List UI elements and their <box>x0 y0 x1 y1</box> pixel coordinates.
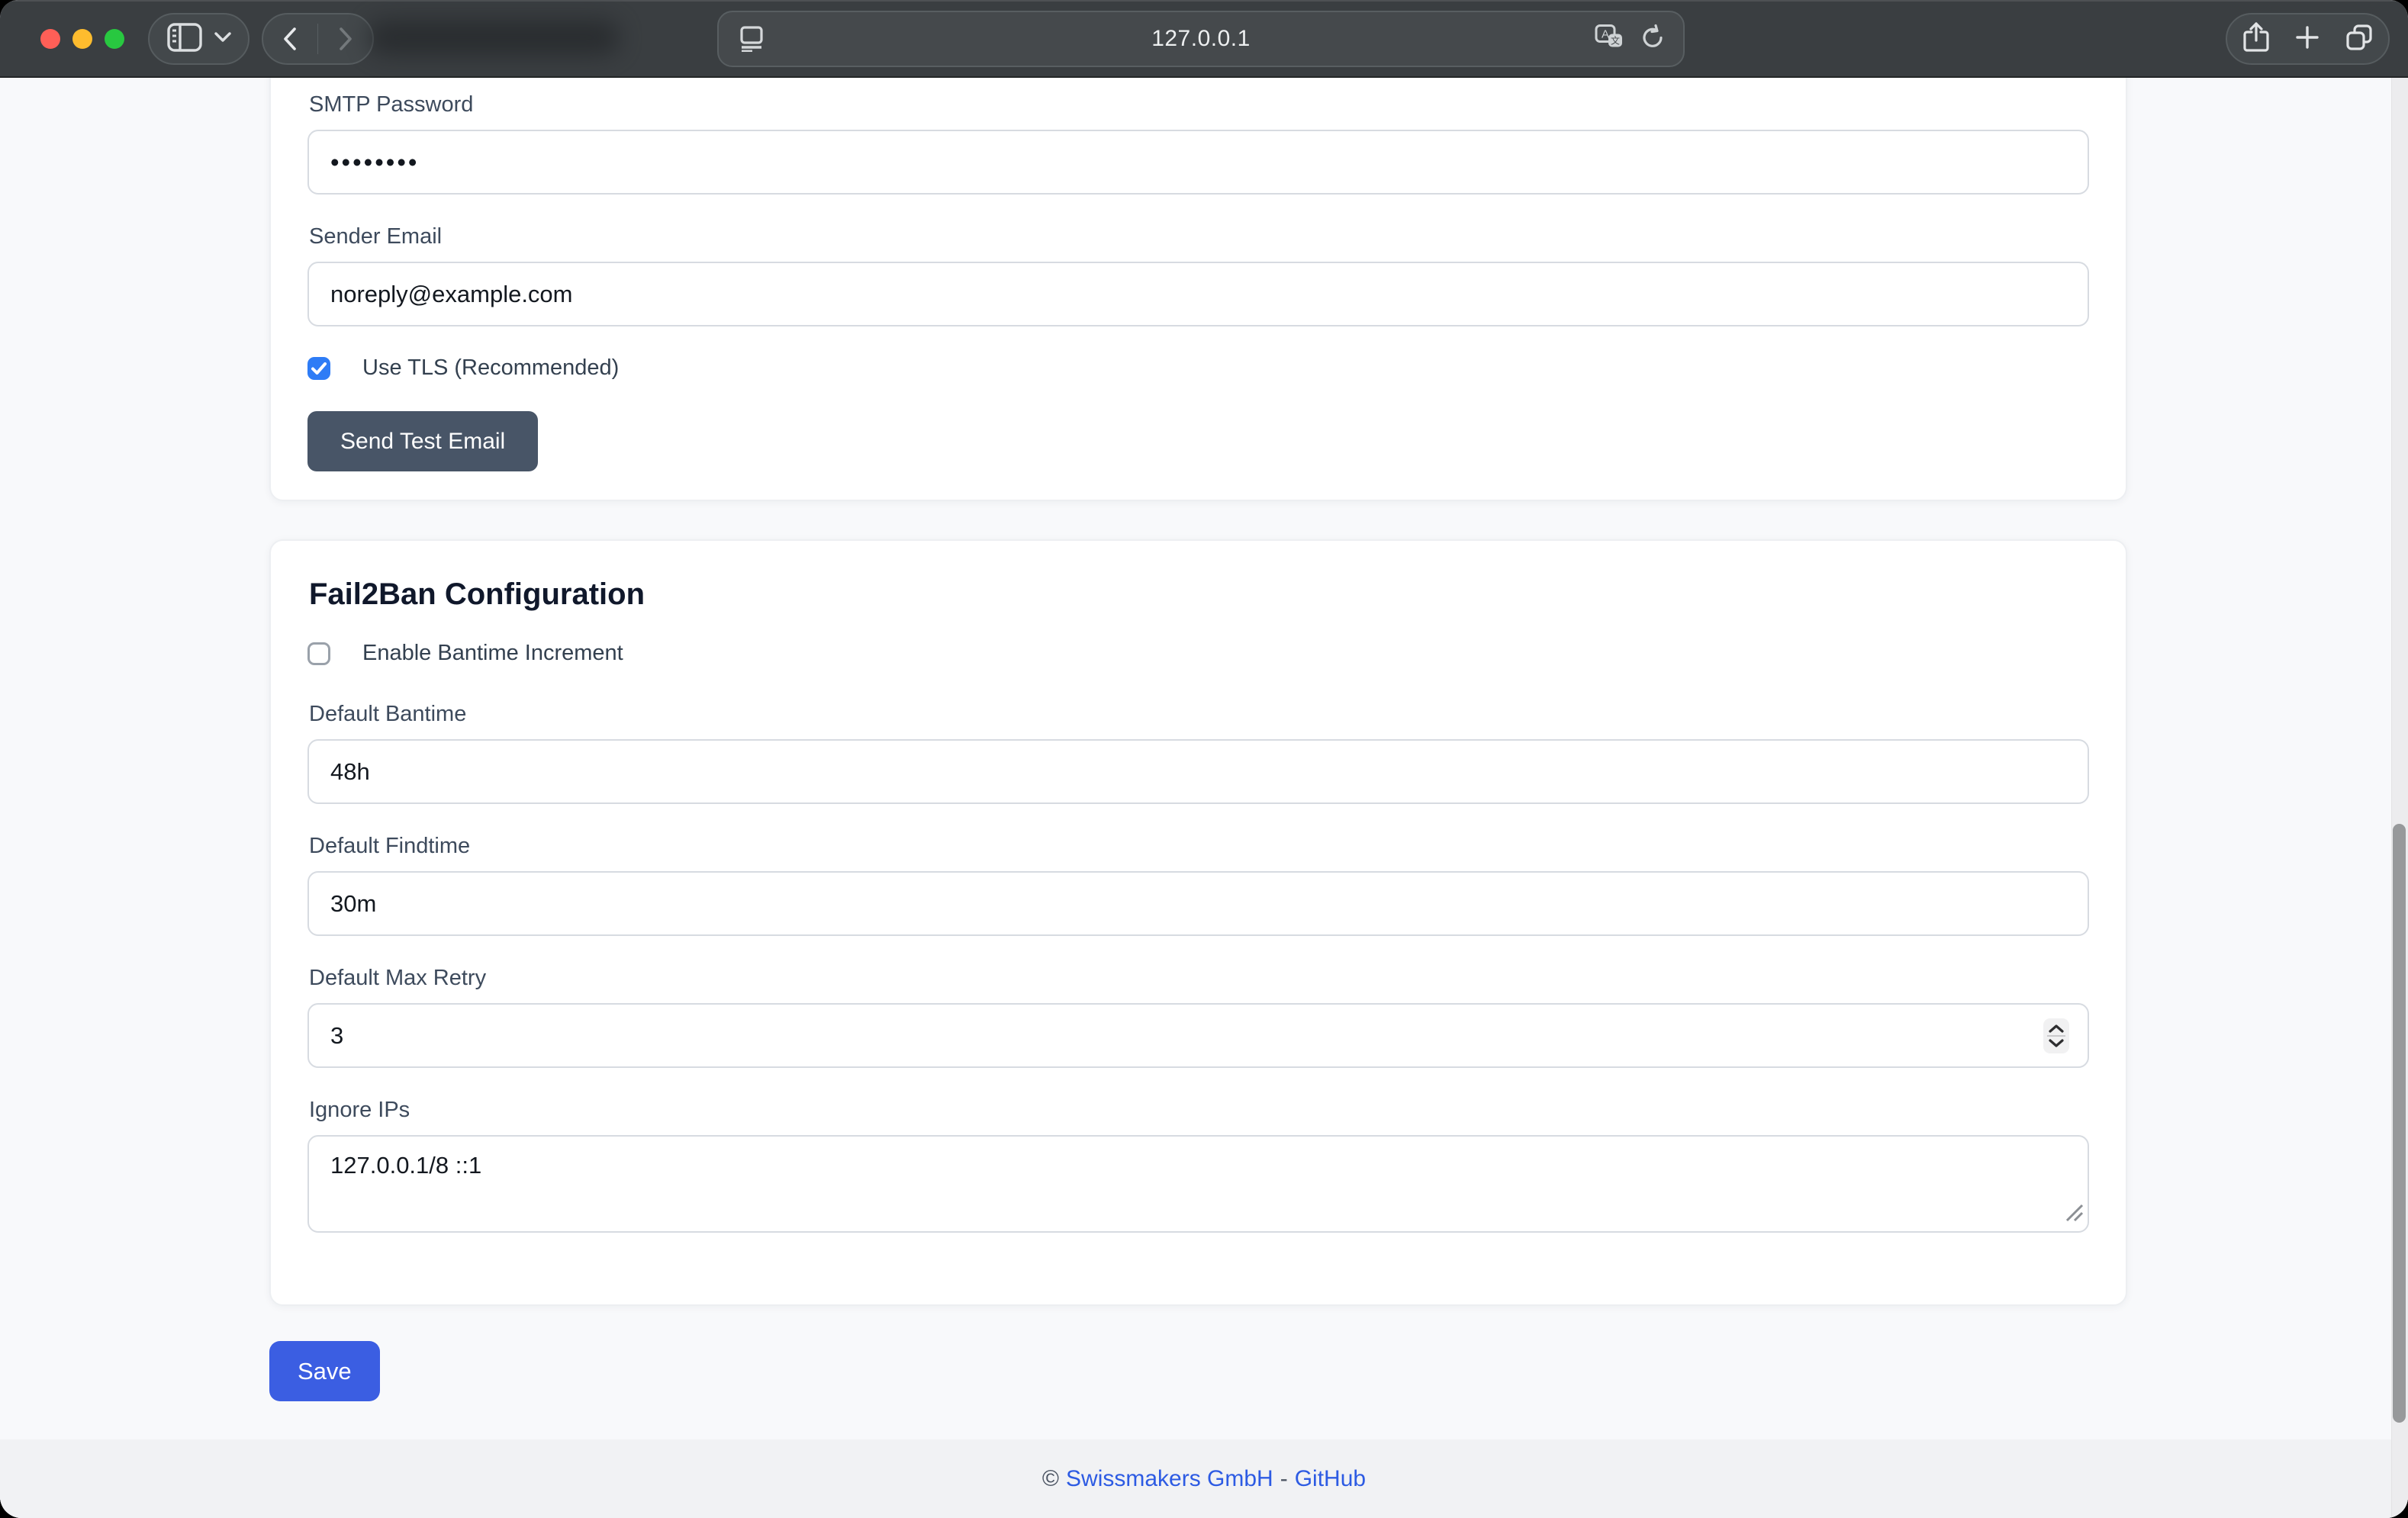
close-button[interactable] <box>40 29 60 49</box>
nav-buttons <box>262 13 374 65</box>
browser-window: 127.0.0.1 A文 <box>0 0 2408 1518</box>
plus-icon <box>2295 25 2319 50</box>
url-text[interactable]: 127.0.0.1 <box>719 12 1683 66</box>
minimize-button[interactable] <box>72 29 92 49</box>
back-button[interactable] <box>263 14 317 63</box>
toolbar-right-buttons <box>2226 13 2390 65</box>
reload-icon <box>1640 24 1665 50</box>
chevron-down-icon <box>214 32 231 47</box>
traffic-lights <box>40 29 124 49</box>
url-bar[interactable]: 127.0.0.1 A文 <box>717 11 1685 67</box>
smtp-password-label: SMTP Password <box>309 92 2089 117</box>
copyright-symbol: © <box>1042 1466 1059 1492</box>
enable-bantime-increment-label: Enable Bantime Increment <box>362 641 623 666</box>
ignore-ips-textarea[interactable]: 127.0.0.1/8 ::1 <box>307 1135 2089 1233</box>
sender-email-label: Sender Email <box>309 224 2089 249</box>
fail2ban-card: Fail2Ban Configuration Enable Bantime In… <box>269 539 2127 1306</box>
share-icon <box>2243 22 2269 53</box>
tab-overview-button[interactable] <box>2345 24 2373 55</box>
stepper-down-icon <box>2048 1038 2065 1048</box>
stepper-up-icon <box>2048 1024 2065 1034</box>
forward-button[interactable] <box>318 14 372 63</box>
company-link[interactable]: Swissmakers GmbH <box>1066 1466 1273 1492</box>
page-content: SMTP Password Sender Email Use TLS (Reco… <box>0 78 2408 1518</box>
default-bantime-label: Default Bantime <box>309 701 2089 727</box>
page-footer: © Swissmakers GmbH - GitHub <box>0 1439 2408 1518</box>
save-button[interactable]: Save <box>269 1341 380 1401</box>
redacted-title-blur <box>368 20 620 55</box>
translate-icon[interactable]: A文 <box>1595 24 1625 54</box>
ignore-ips-label: Ignore IPs <box>309 1097 2089 1123</box>
smtp-password-input[interactable] <box>307 130 2089 195</box>
sender-email-input[interactable] <box>307 262 2089 326</box>
browser-toolbar: 127.0.0.1 A文 <box>0 0 2408 78</box>
tabs-icon <box>2345 24 2373 51</box>
scrollbar-track <box>2391 78 2408 1518</box>
forward-icon <box>339 27 353 50</box>
number-stepper[interactable] <box>2043 1018 2069 1053</box>
footer-separator: - <box>1280 1466 1288 1492</box>
default-max-retry-input[interactable] <box>307 1003 2089 1068</box>
github-link[interactable]: GitHub <box>1295 1466 1366 1492</box>
sidebar-icon <box>167 23 202 56</box>
resize-handle-icon[interactable] <box>2064 1202 2084 1226</box>
smtp-card: SMTP Password Sender Email Use TLS (Reco… <box>269 78 2127 501</box>
default-max-retry-label: Default Max Retry <box>309 965 2089 991</box>
back-icon <box>283 27 297 50</box>
fullscreen-button[interactable] <box>105 29 124 49</box>
enable-bantime-increment-checkbox[interactable] <box>307 642 330 665</box>
checkmark-icon <box>307 357 330 380</box>
default-findtime-input[interactable] <box>307 871 2089 936</box>
svg-text:A: A <box>1602 28 1609 41</box>
sidebar-toggle-button[interactable] <box>148 13 249 65</box>
fail2ban-title: Fail2Ban Configuration <box>309 577 2089 612</box>
new-tab-button[interactable] <box>2295 25 2319 53</box>
default-bantime-input[interactable] <box>307 739 2089 804</box>
reload-button[interactable] <box>1640 24 1665 54</box>
use-tls-checkbox[interactable] <box>307 357 330 380</box>
scrollbar-thumb[interactable] <box>2393 824 2406 1423</box>
send-test-email-button[interactable]: Send Test Email <box>307 411 538 471</box>
use-tls-label: Use TLS (Recommended) <box>362 355 619 381</box>
share-button[interactable] <box>2243 22 2269 56</box>
default-findtime-label: Default Findtime <box>309 833 2089 859</box>
svg-text:文: 文 <box>1611 35 1620 47</box>
